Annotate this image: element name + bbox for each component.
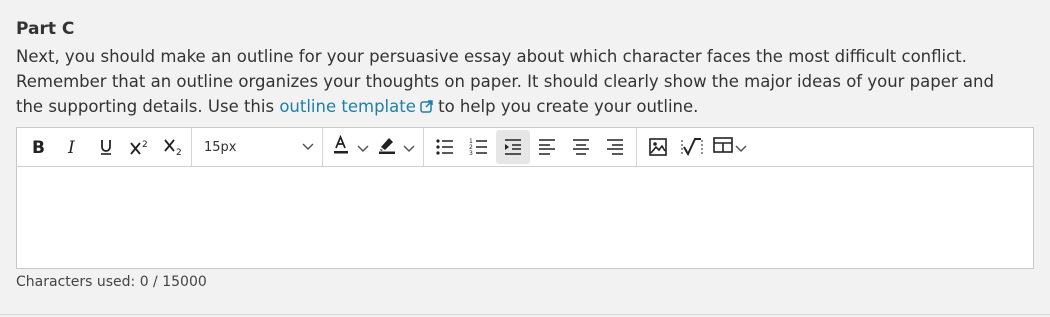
svg-text:B: B — [32, 138, 45, 156]
italic-icon: I — [63, 138, 81, 156]
align-right-button[interactable] — [598, 130, 632, 164]
color-group — [323, 128, 423, 166]
insert-image-button[interactable] — [641, 130, 675, 164]
align-right-icon — [605, 138, 625, 156]
editor-toolbar: B I 2 2 15px 123 — [17, 128, 1033, 167]
prompt-text: Next, you should make an outline for you… — [16, 44, 1026, 120]
insert-table-button[interactable] — [709, 130, 751, 164]
numbered-list-button[interactable]: 123 — [462, 130, 496, 164]
outline-template-link-label: outline template — [279, 97, 416, 116]
highlight-color-button[interactable] — [373, 130, 419, 164]
align-left-button[interactable] — [530, 130, 564, 164]
font-size-value: 15px — [204, 139, 237, 155]
svg-text:3: 3 — [469, 150, 473, 156]
editor-text-area[interactable] — [17, 167, 1033, 268]
subscript-icon: 2 — [163, 138, 185, 156]
subscript-button[interactable]: 2 — [157, 130, 191, 164]
prompt-text-after: to help you create your outline. — [432, 97, 699, 116]
external-link-icon — [420, 95, 433, 120]
highlight-icon — [377, 135, 397, 159]
bold-button[interactable]: B — [21, 130, 55, 164]
chevron-down-icon — [357, 138, 369, 157]
outline-template-link[interactable]: outline template — [279, 97, 433, 116]
italic-button[interactable]: I — [55, 130, 89, 164]
table-icon — [713, 136, 733, 158]
svg-text:I: I — [67, 138, 75, 156]
bulleted-list-button[interactable] — [428, 130, 462, 164]
indent-icon — [503, 138, 523, 156]
image-icon — [648, 137, 668, 157]
svg-text:2: 2 — [176, 148, 182, 156]
numbered-list-icon: 123 — [469, 138, 489, 156]
bold-icon: B — [29, 138, 47, 156]
paragraph-group: 123 — [424, 128, 636, 166]
svg-text:2: 2 — [142, 140, 148, 150]
rich-text-editor: B I 2 2 15px 123 — [16, 127, 1034, 269]
superscript-button[interactable]: 2 — [123, 130, 157, 164]
divider — [0, 314, 1050, 315]
part-title: Part C — [16, 19, 75, 39]
align-center-button[interactable] — [564, 130, 598, 164]
underline-icon — [97, 138, 115, 156]
chevron-down-icon — [403, 138, 415, 157]
bulleted-list-icon — [435, 138, 455, 156]
insert-group — [637, 128, 755, 166]
math-icon — [681, 136, 703, 158]
font-color-icon — [331, 134, 351, 159]
insert-math-button[interactable] — [675, 130, 709, 164]
chevron-down-icon — [735, 138, 747, 157]
chevron-down-icon — [302, 143, 314, 151]
character-counter: Characters used: 0 / 15000 — [16, 274, 207, 290]
format-group: B I 2 2 — [17, 128, 191, 166]
align-center-icon — [571, 138, 591, 156]
align-left-icon — [537, 138, 557, 156]
underline-button[interactable] — [89, 130, 123, 164]
font-color-button[interactable] — [327, 130, 373, 164]
indent-button[interactable] — [496, 130, 530, 164]
font-size-select[interactable]: 15px — [192, 130, 322, 164]
superscript-icon: 2 — [129, 138, 151, 156]
